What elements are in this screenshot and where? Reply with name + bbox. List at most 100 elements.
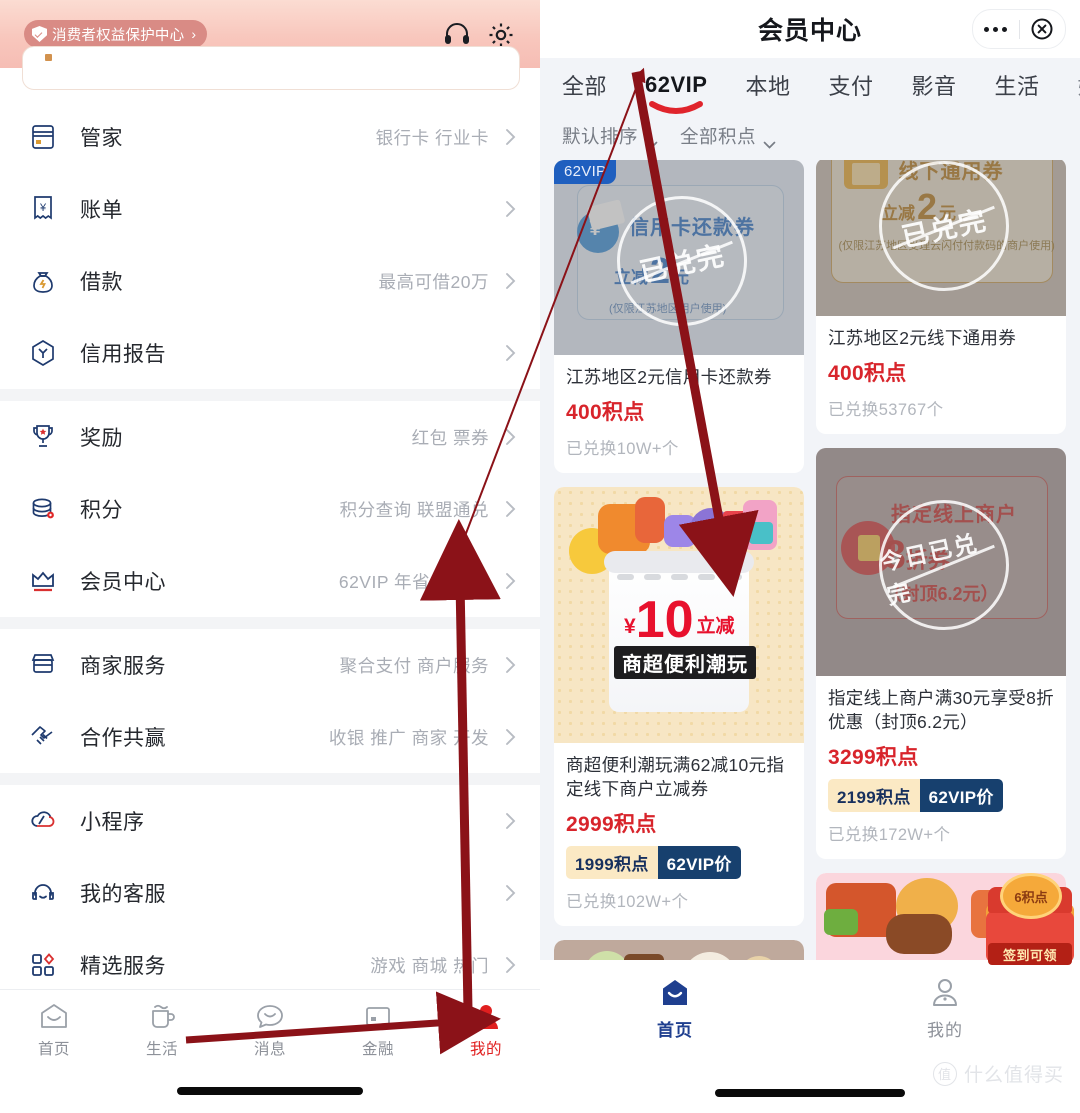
nav-tab-life[interactable]: 生活	[108, 990, 216, 1076]
watermark-mark: 值	[932, 1061, 957, 1086]
chest-cta-label: 签到可领	[988, 943, 1072, 965]
left-list-group-4: 小程序 我的客服 精选服务 游戏 商城 热门	[0, 785, 540, 1001]
sidebar-item-jifen[interactable]: 积分 积分查询 联盟通兑	[0, 473, 540, 545]
sidebar-item-guanjia[interactable]: 管家 银行卡 行业卡	[0, 101, 540, 173]
category-tabs: 全部 62VIP 本地 支付 影音 生活 娱	[540, 58, 1080, 112]
nav-tab-home[interactable]: 首页	[540, 972, 810, 1060]
sidebar-item-merchant-service[interactable]: 商家服务 聚合支付 商户服务	[0, 629, 540, 701]
coupon-card-partial[interactable]	[554, 940, 804, 960]
shield-check-icon	[32, 26, 47, 42]
receipt-icon: ¥	[28, 194, 58, 224]
chevron-right-icon	[505, 200, 516, 218]
tab-local[interactable]: 本地	[745, 69, 790, 101]
coupon-card[interactable]: 线下通用券 立减2 元 (仅限江苏地区受理云闪付付款码的商户使用) 已兑完 江苏地…	[816, 160, 1066, 435]
tab-all[interactable]: 全部	[562, 69, 607, 101]
sidebar-sub: 聚合支付 商户服务	[339, 655, 489, 676]
checkin-chest-promo[interactable]: 6积点 签到可领	[986, 871, 1074, 965]
filter-label: 默认排序	[562, 126, 639, 147]
sidebar-sub: 最高可借20万	[378, 271, 489, 292]
coupon-list-scroll[interactable]: 62VIP 信用卡还款券 立减2元 (仅限江苏地区用户使用) 已兑完	[540, 160, 1080, 960]
coupon-card[interactable]: 指定线上商户 8折券 （封顶6.2元） 今日已兑完 指定线上商户满30元享受8折…	[816, 448, 1066, 860]
sidebar-label: 商家服务	[80, 655, 166, 678]
coupon-redeemed-count: 已兑换172W+个	[828, 826, 951, 845]
sidebar-item-zhangdan[interactable]: ¥ 账单	[0, 173, 540, 245]
sidebar-sub: 红包 票券	[411, 427, 489, 448]
chevron-right-icon	[505, 128, 516, 146]
coupon-name: 指定线上商户满30元享受8折优惠（封顶6.2元）	[828, 688, 1054, 733]
tab-media[interactable]: 影音	[911, 69, 956, 101]
person-icon	[469, 1000, 503, 1034]
right-bottom-nav: 首页 我的 值 什么值得买	[540, 960, 1080, 1113]
filter-default-sort[interactable]: 默认排序	[562, 123, 658, 149]
coupon-art-offline-universal: 线下通用券 立减2 元 (仅限江苏地区受理云闪付付款码的商户使用) 已兑完	[816, 160, 1066, 316]
vip-price-tag: 62VIP价	[919, 779, 1003, 813]
coupon-name: 商超便利潮玩满62减10元指定线下商户立减券	[566, 755, 785, 800]
left-bottom-nav: 首页 生活 消息 金融 我的	[0, 989, 540, 1113]
nav-label: 首页	[37, 1041, 70, 1058]
sidebar-label: 账单	[80, 199, 123, 222]
consumer-rights-label: 消费者权益保护中心	[52, 27, 185, 44]
art-yen-symbol: ¥	[624, 615, 636, 639]
sidebar-label: 合作共赢	[80, 727, 166, 750]
vip-badge: 62VIP	[554, 160, 617, 184]
chevron-right-icon	[505, 728, 516, 746]
partial-card-top[interactable]	[22, 46, 520, 90]
sidebar-label: 奖励	[80, 427, 123, 450]
filter-all-points[interactable]: 全部积点	[680, 123, 776, 149]
chevron-right-icon: ›	[191, 26, 196, 42]
coupon-info: 商超便利潮玩满62减10元指定线下商户立减券 2999积点 1999积点 62V…	[554, 743, 804, 926]
chevron-down-icon	[763, 132, 776, 149]
coupon-card[interactable]: 62VIP 信用卡还款券 立减2元 (仅限江苏地区用户使用) 已兑完	[554, 160, 804, 474]
cup-icon	[145, 1000, 179, 1034]
close-circle-icon[interactable]	[1020, 17, 1066, 41]
coupon-points: 400积点	[828, 362, 907, 386]
sidebar-sub: 游戏 商城 热门	[370, 955, 489, 976]
coupon-info: 江苏地区2元线下通用券 400积点 已兑换53767个	[816, 316, 1066, 434]
coupon-art-drinks	[554, 940, 804, 960]
sidebar-item-cooperation[interactable]: 合作共赢 收银 推广 商家 开发	[0, 701, 540, 773]
watermark-text: 什么值得买	[963, 1065, 1064, 1086]
sidebar-label: 我的客服	[80, 883, 166, 906]
sidebar-item-member-center[interactable]: 会员中心 62VIP 年省3874元	[0, 545, 540, 617]
home-icon	[37, 1000, 71, 1034]
tab-payment[interactable]: 支付	[828, 69, 873, 101]
chevron-down-icon	[645, 132, 658, 149]
coupon-name: 江苏地区2元线下通用券	[828, 328, 1017, 348]
right-panel-member-center: 会员中心 全部 62VIP 本地 支付 影音 生活 娱 默认排序	[540, 0, 1080, 1113]
art-category-tag: 商超便利潮玩	[614, 645, 756, 679]
art-blob	[684, 952, 736, 960]
nav-tab-message[interactable]: 消息	[216, 990, 324, 1076]
tab-62vip[interactable]: 62VIP	[645, 72, 707, 98]
nav-tab-home[interactable]: 首页	[0, 990, 108, 1076]
sidebar-item-jiekuan[interactable]: 借款 最高可借20万	[0, 245, 540, 317]
nav-tab-finance[interactable]: 金融	[324, 990, 432, 1076]
left-panel-my-page: 消费者权益保护中心 › 管家 银行卡 行业卡 ¥ 账单 借款 最高可借20万 信…	[0, 0, 540, 1113]
sidebar-sub: 积分查询 联盟通兑	[339, 499, 489, 520]
chevron-right-icon	[505, 656, 516, 674]
sidebar-item-jiangli[interactable]: 奖励 红包 票券	[0, 401, 540, 473]
sidebar-label: 小程序	[80, 811, 145, 834]
coupon-points: 3299积点	[828, 746, 919, 770]
more-dots-icon[interactable]	[973, 26, 1019, 32]
sidebar-label: 积分	[80, 499, 123, 522]
sidebar-item-miniapp[interactable]: 小程序	[0, 785, 540, 857]
coupon-points: 400积点	[566, 401, 645, 425]
sidebar-item-my-support[interactable]: 我的客服	[0, 857, 540, 929]
points-icon	[28, 494, 58, 524]
consumer-rights-pill[interactable]: 消费者权益保护中心 ›	[24, 20, 207, 48]
nav-tab-mine[interactable]: 我的	[432, 990, 540, 1076]
handshake-icon	[28, 722, 58, 752]
coupon-card[interactable]: ¥ 10 立减 商超便利潮玩 商超便利潮玩满62减10元指定线下商户立减券 29…	[554, 487, 804, 927]
tab-life[interactable]: 生活	[995, 69, 1040, 101]
coupon-redeemed-count: 已兑换102W+个	[566, 893, 689, 912]
vip-points: 2199积点	[828, 779, 920, 813]
coupon-info: 江苏地区2元信用卡还款券 400积点 已兑换10W+个	[554, 355, 804, 473]
money-bag-icon	[28, 266, 58, 296]
sidebar-item-credit-report[interactable]: 信用报告	[0, 317, 540, 389]
nav-label: 首页	[657, 1021, 693, 1040]
sidebar-sub: 银行卡 行业卡	[375, 127, 489, 148]
trophy-icon	[28, 422, 58, 452]
credit-report-icon	[28, 338, 58, 368]
chevron-right-icon	[505, 344, 516, 362]
nav-tab-mine[interactable]: 我的	[810, 972, 1080, 1060]
